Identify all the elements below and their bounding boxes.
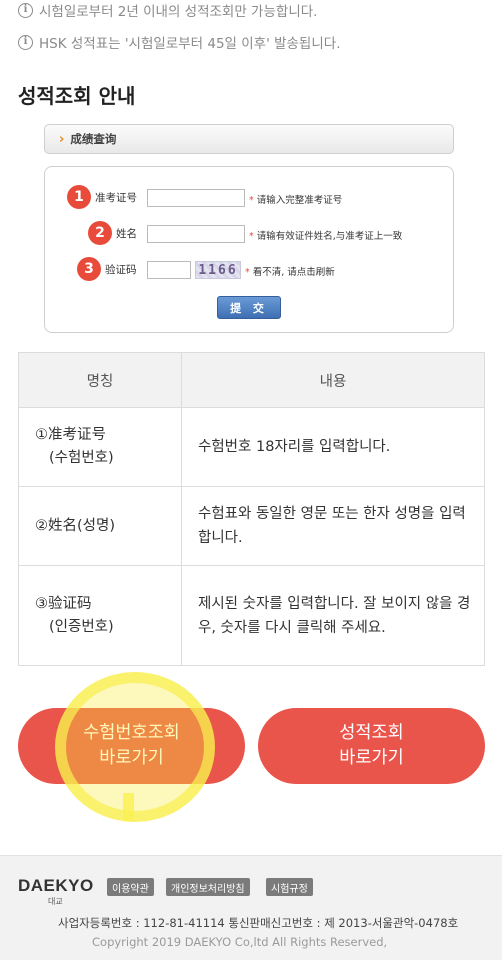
name-input: [147, 225, 245, 243]
form-hint: * 请输有效证件姓名,与准考证上一致: [249, 231, 403, 242]
info-icon: i: [18, 2, 33, 18]
form-example-header: › 成绩查询: [44, 124, 454, 154]
form-row-name: 2 姓名: [88, 221, 137, 245]
notice-text: HSK 성적표는 '시험일로부터 45일 이후' 발송됩니다.: [39, 36, 341, 52]
submit-button: 提 交: [217, 296, 281, 319]
button-label-line1: 수험번호조회: [83, 723, 180, 743]
step-number-badge: 2: [88, 221, 112, 245]
form-row-captcha: 3 验证码: [77, 257, 137, 281]
table-cell-name: ①准考证号 (수험번호): [18, 407, 182, 487]
field-guide-table: 명칭 내용 ①准考证号 (수험번호) 수험번호 18자리를 입력합니다. ②姓名…: [18, 352, 485, 666]
form-label: 姓名: [116, 227, 137, 240]
notice-retention: i 시험일로부터 2년 이내의 성적조회만 가능합니다.: [18, 0, 317, 20]
table-cell-name: ②姓名(성명): [18, 486, 182, 566]
step-number-badge: 1: [67, 185, 91, 209]
footer-link-exam-rules[interactable]: 시험규정: [266, 878, 313, 896]
info-icon: i: [18, 34, 33, 50]
table-cell-content: 수험번호 18자리를 입력합니다.: [181, 407, 485, 487]
exam-number-input: [147, 189, 245, 207]
form-hint: * 请输入完整准考证号: [249, 195, 343, 206]
form-header-label: 成绩查询: [70, 132, 117, 146]
button-label-line2: 바로가기: [339, 748, 404, 768]
form-label: 验证码: [105, 263, 137, 276]
step-number-badge: 3: [77, 257, 101, 281]
logo-subtitle: 대교: [48, 897, 63, 906]
form-label: 准考证号: [95, 191, 137, 204]
table-row: ②姓名(성명) 수험표와 동일한 영문 또는 한자 성명을 입력합니다.: [18, 486, 485, 566]
column-header-content: 내용: [181, 352, 485, 408]
footer-link-privacy[interactable]: 개인정보처리방침: [166, 878, 250, 896]
table-cell-name: ③验证码 (인증번호): [18, 565, 182, 666]
button-label-line2: 바로가기: [99, 748, 164, 768]
column-header-name: 명칭: [18, 352, 182, 408]
daekyo-logo: DAEKYO: [18, 876, 94, 895]
captcha-input: [147, 261, 191, 279]
business-info: 사업자등록번호 : 112-81-41114 통신판매신고번호 : 제 2013…: [58, 916, 459, 930]
chevron-right-icon: ›: [59, 131, 65, 147]
notice-text: 시험일로부터 2년 이내의 성적조회만 가능합니다.: [39, 4, 318, 20]
form-example-panel: 1 准考证号 * 请输入完整准考证号 2 姓名 * 请输有效证件姓名,与准考证上一致…: [44, 166, 454, 333]
table-row: ③验证码 (인증번호) 제시된 숫자를 입력합니다. 잘 보이지 않을 경우, …: [18, 565, 485, 666]
footer: DAEKYO 대교 이용약관 개인정보처리방침 시험규정 사업자등록번호 : 1…: [0, 855, 502, 960]
score-lookup-button[interactable]: 성적조회 바로가기: [258, 708, 485, 784]
captcha-image: 1166: [195, 261, 241, 279]
section-title: 성적조회 안내: [18, 84, 136, 108]
table-cell-content: 제시된 숫자를 입력합니다. 잘 보이지 않을 경우, 숫자를 다시 클릭해 주…: [181, 565, 485, 666]
exam-number-lookup-button[interactable]: 수험번호조회 바로가기: [18, 708, 245, 784]
table-cell-content: 수험표와 동일한 영문 또는 한자 성명을 입력합니다.: [181, 486, 485, 566]
highlight-mark-annotation: [123, 793, 134, 821]
table-row: ①准考证号 (수험번호) 수험번호 18자리를 입력합니다.: [18, 407, 485, 487]
form-hint: * 看不清, 请点击刷新: [245, 267, 335, 278]
notice-report-mail: i HSK 성적표는 '시험일로부터 45일 이후' 발송됩니다.: [18, 32, 340, 52]
button-label-line1: 성적조회: [339, 723, 404, 743]
table-header-row: 명칭 내용: [18, 352, 485, 408]
copyright: Copyright 2019 DAEKYO Co,ltd All Rights …: [92, 935, 388, 949]
footer-link-terms[interactable]: 이용약관: [107, 878, 154, 896]
form-row-exam-number: 1 准考证号: [67, 185, 137, 209]
